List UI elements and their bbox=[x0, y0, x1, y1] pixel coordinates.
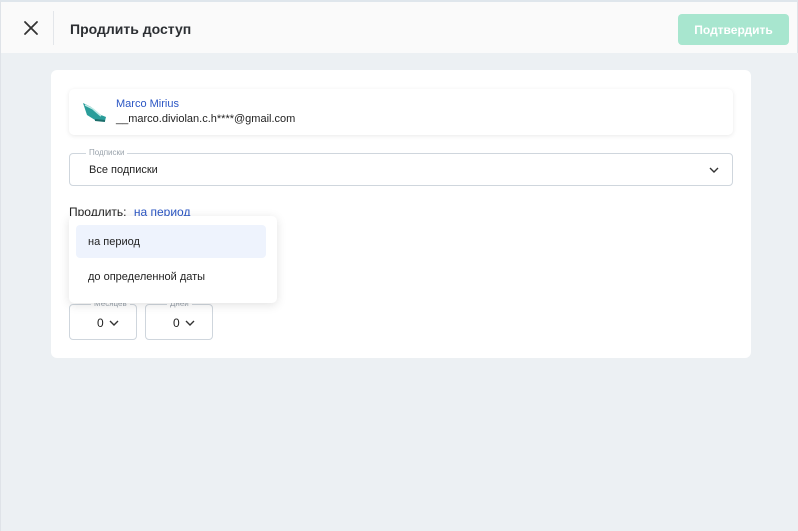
top-bar: Продлить доступ Подтвердить bbox=[0, 0, 798, 53]
days-select[interactable]: Дней 0 bbox=[145, 299, 213, 340]
topbar-divider bbox=[53, 11, 54, 45]
close-button[interactable] bbox=[20, 17, 42, 39]
option-until-date[interactable]: до определенной даты bbox=[76, 260, 266, 293]
subscriptions-select[interactable]: Подписки Все подписки bbox=[69, 148, 733, 186]
left-border bbox=[0, 53, 1, 531]
extend-mode-dropdown: на период до определенной даты bbox=[69, 216, 277, 303]
confirm-button[interactable]: Подтвердить bbox=[678, 14, 789, 45]
option-period[interactable]: на период bbox=[76, 225, 266, 258]
chevron-down-icon bbox=[185, 320, 195, 326]
user-email: __marco.diviolan.c.h****@gmail.com bbox=[116, 113, 296, 125]
subscriptions-value: Все подписки bbox=[89, 164, 158, 176]
shoe-avatar-icon bbox=[83, 103, 106, 122]
subscriptions-label: Подписки bbox=[86, 148, 128, 158]
user-name[interactable]: Marco Mirius bbox=[116, 98, 179, 110]
months-value: 0 bbox=[97, 316, 104, 330]
user-card: Marco Mirius __marco.diviolan.c.h****@gm… bbox=[69, 89, 733, 135]
days-value: 0 bbox=[173, 316, 180, 330]
close-icon bbox=[24, 21, 38, 35]
chevron-down-icon bbox=[109, 320, 119, 326]
chevron-down-icon bbox=[709, 167, 719, 173]
page-title: Продлить доступ bbox=[70, 21, 192, 37]
months-select[interactable]: Месяцев 0 bbox=[69, 299, 137, 340]
extend-access-card: Marco Mirius __marco.diviolan.c.h****@gm… bbox=[51, 70, 751, 358]
